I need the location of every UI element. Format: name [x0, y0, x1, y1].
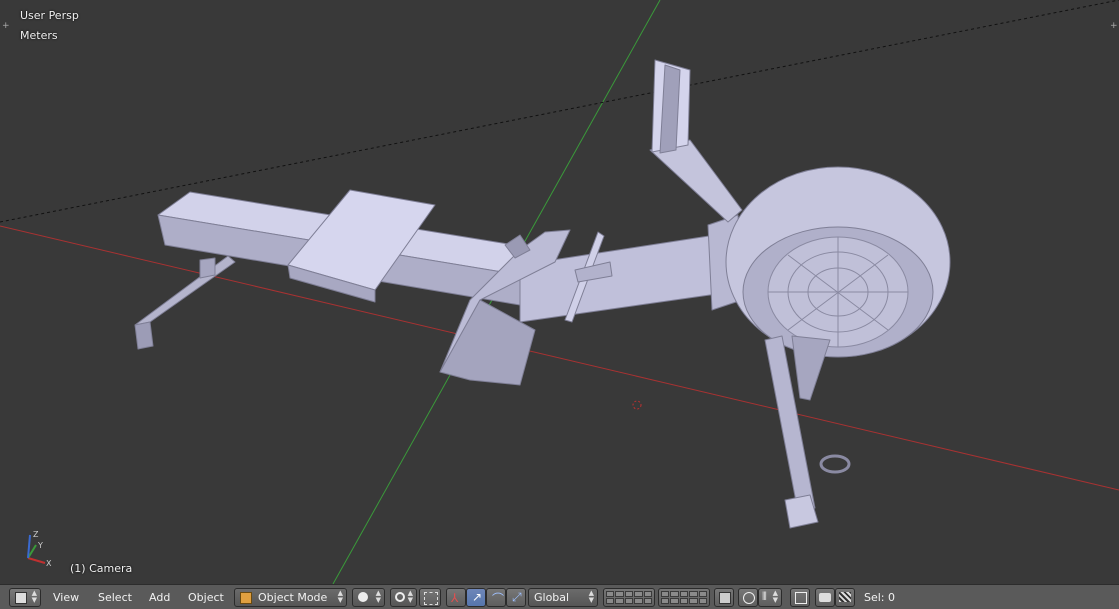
snap-toggle-button[interactable]	[790, 588, 810, 607]
units-label: Meters	[20, 29, 58, 42]
clapperboard-icon	[839, 592, 851, 602]
object-mode-icon	[240, 592, 252, 604]
cube-editor-icon	[15, 592, 27, 604]
region-expand-left-icon[interactable]: +	[2, 22, 10, 31]
manipulate-center-points-button[interactable]	[419, 588, 441, 607]
snap-increment-icon: ⦀	[762, 590, 767, 603]
updown-arrow-icon: ▲ ▼	[375, 589, 381, 604]
svg-text:Y: Y	[37, 541, 43, 550]
updown-arrow-icon: ▲ ▼	[337, 589, 343, 604]
scene-layers-group-1[interactable]	[603, 588, 655, 607]
updown-arrow-icon: ▲ ▼	[772, 589, 778, 604]
mode-label: Object Mode	[258, 591, 328, 604]
camera-icon	[819, 593, 831, 602]
mode-selector[interactable]: Object Mode ▲ ▼	[234, 588, 347, 607]
menu-object[interactable]: Object	[188, 588, 224, 607]
menu-add[interactable]: Add	[149, 588, 170, 607]
scene-canvas[interactable]: Z Y X	[0, 0, 1119, 584]
scale-icon: ⤢	[512, 590, 522, 604]
proportional-editing-button[interactable]	[738, 588, 758, 607]
render-opengl-animation-button[interactable]	[835, 588, 855, 607]
orientation-gizmo: Z Y X	[27, 530, 52, 568]
updown-arrow-icon: ▲ ▼	[31, 589, 37, 604]
proportional-editing-icon	[743, 592, 755, 604]
object-info-label: (1) Camera	[70, 562, 133, 575]
center-points-icon	[424, 592, 438, 605]
menu-select[interactable]: Select	[98, 588, 132, 607]
orientation-label: Global	[534, 591, 570, 604]
updown-arrow-icon: ▲ ▼	[407, 589, 413, 604]
viewport-shading-selector[interactable]: ▲ ▼	[352, 588, 385, 607]
selection-status: Sel: 0	[864, 591, 896, 604]
pivot-point-selector[interactable]: ▲ ▼	[390, 588, 417, 607]
updown-arrow-icon: ▲ ▼	[588, 589, 594, 604]
lock-layers-icon	[719, 592, 731, 604]
3d-viewport[interactable]: Z Y X + + User Persp Meters (1) Camera	[0, 0, 1119, 584]
arrow-icon: ↗	[472, 590, 483, 604]
view-name-label: User Persp	[20, 9, 79, 22]
rowing-machine-model[interactable]	[134, 59, 951, 529]
render-opengl-still-button[interactable]	[815, 588, 835, 607]
translate-manipulator-button[interactable]: ↗	[466, 588, 486, 607]
transform-orientation-selector[interactable]: Global ▲ ▼	[528, 588, 598, 607]
lock-layers-button[interactable]	[714, 588, 734, 607]
camera-limit-line	[0, 0, 1119, 223]
svg-text:X: X	[46, 559, 52, 568]
rotate-manipulator-button[interactable]: ⌒	[486, 588, 506, 607]
transform-manipulator-toggle[interactable]: ⅄	[446, 588, 466, 607]
manipulator-axes-icon: ⅄	[451, 591, 459, 605]
scene-layers-group-2[interactable]	[658, 588, 710, 607]
svg-text:Z: Z	[33, 530, 39, 539]
menu-view[interactable]: View	[53, 588, 79, 607]
3d-view-header: ▲ ▼ View Select Add Object Object Mode ▲ ▼…	[0, 584, 1119, 609]
solid-shading-icon	[358, 592, 368, 602]
region-expand-right-icon[interactable]: +	[1110, 22, 1118, 31]
3d-cursor[interactable]	[632, 400, 642, 410]
rotate-arc-icon: ⌒	[492, 592, 505, 606]
snap-magnet-icon	[795, 592, 807, 604]
pivot-icon	[395, 592, 405, 602]
editor-type-button[interactable]: ▲ ▼	[9, 588, 41, 607]
snap-element-selector[interactable]: ⦀ ▲ ▼	[758, 588, 782, 607]
scale-manipulator-button[interactable]: ⤢	[506, 588, 526, 607]
